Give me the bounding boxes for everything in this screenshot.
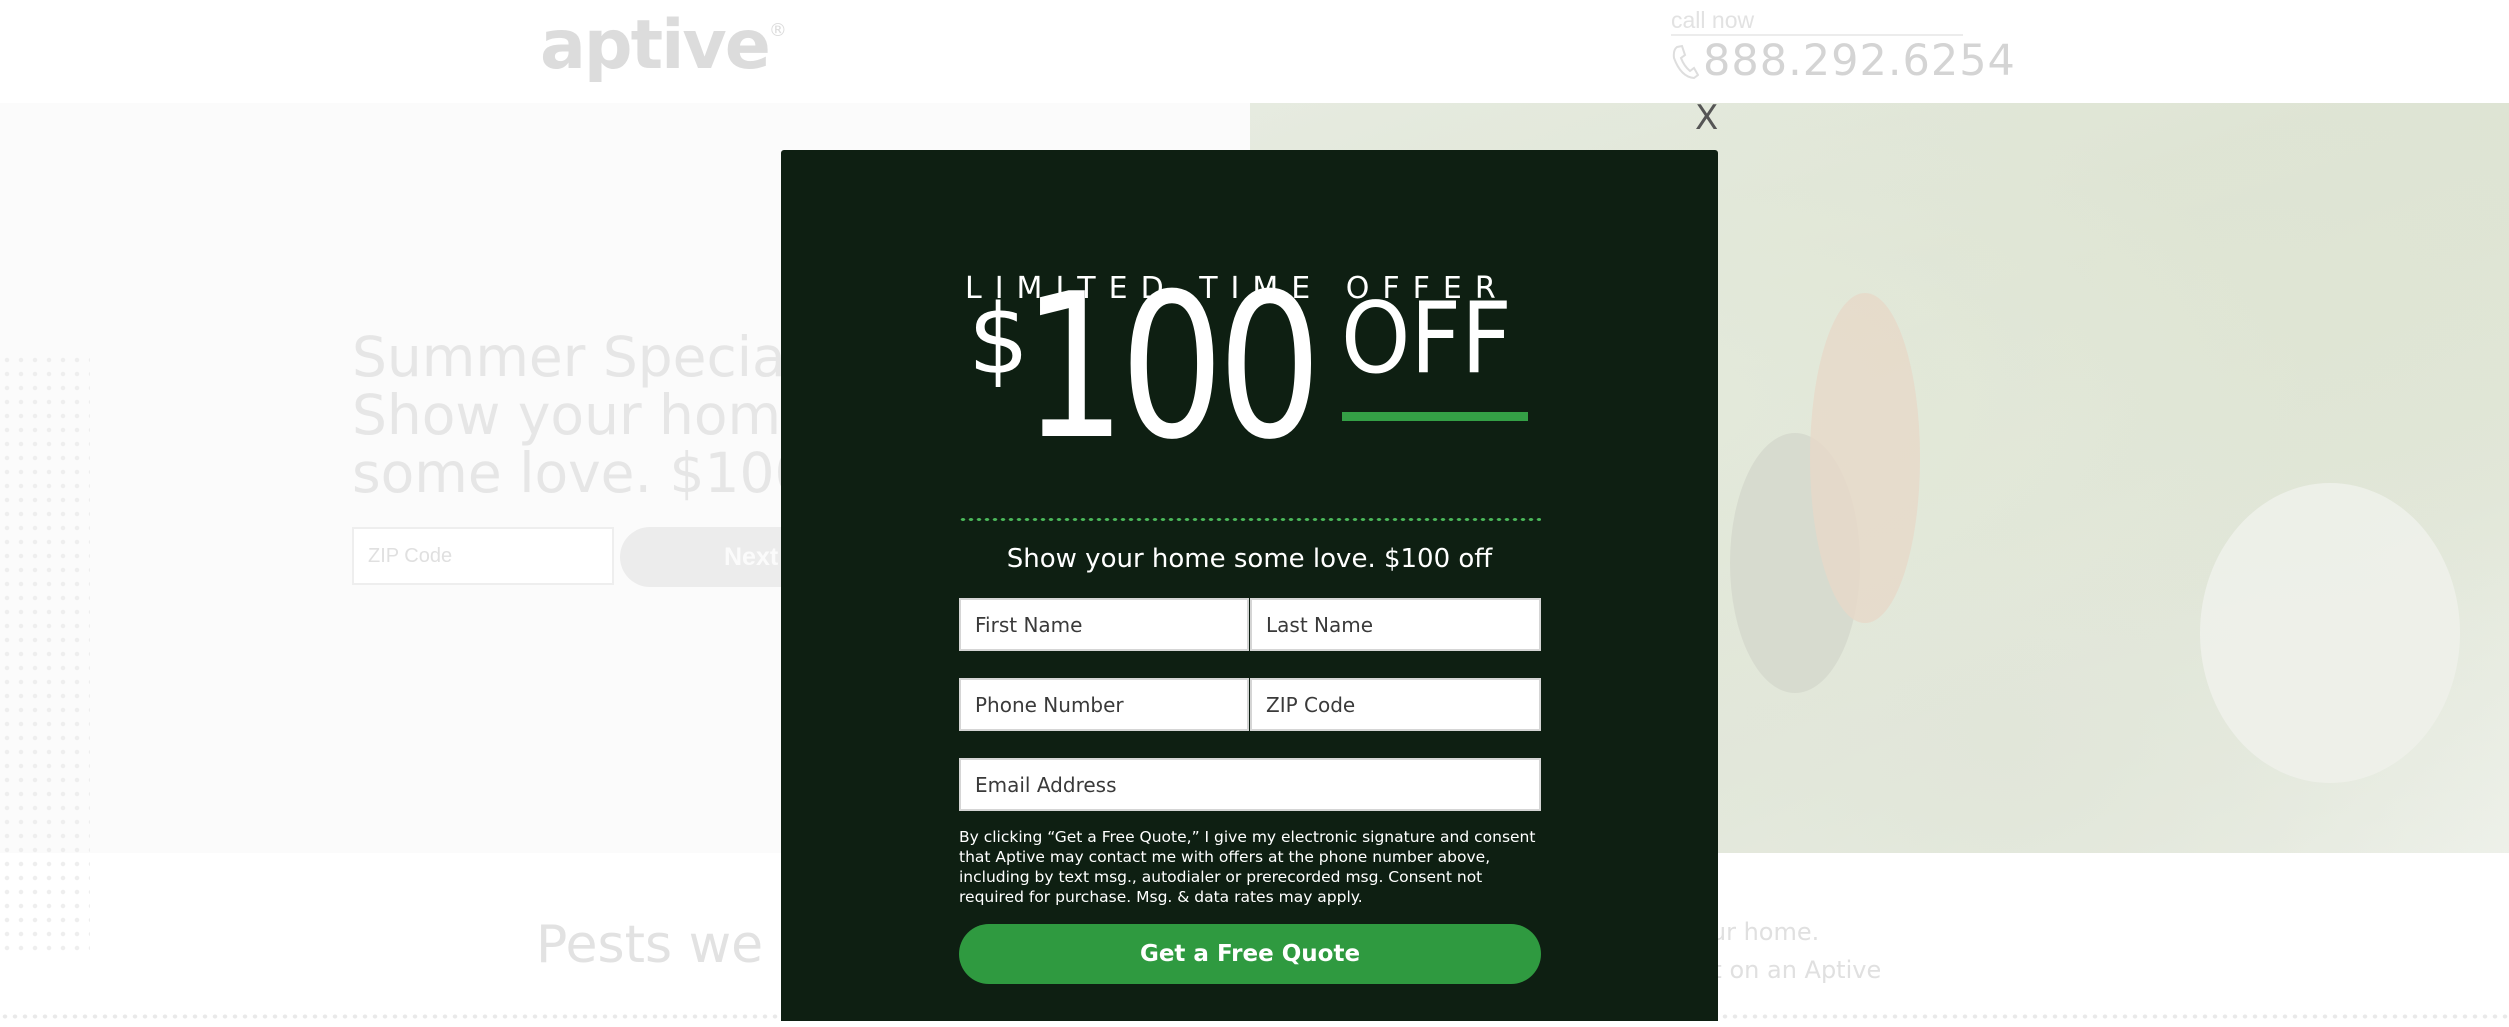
logo-registered-mark: ® (768, 20, 787, 41)
offer-currency: $ (968, 284, 1030, 396)
offer-off: OFF (1341, 282, 1512, 396)
below-right-line: unt on an Aptive (1682, 956, 1882, 984)
homeowner-figure (1810, 293, 1920, 623)
modal-subtitle: Show your home some love. $100 off (1006, 544, 1493, 574)
phone-number: 888.292.6254 (1703, 36, 2016, 86)
email-address-field[interactable] (959, 758, 1541, 811)
offer-amount: 100 (1022, 251, 1322, 484)
offer-underline (1342, 412, 1528, 421)
below-right-text: your home. unt on an Aptive nt. (1682, 913, 2082, 1027)
phone-link[interactable]: 888.292.6254 (1671, 34, 2015, 86)
consent-disclaimer: By clicking “Get a Free Quote,” I give m… (959, 828, 1536, 906)
close-modal-button[interactable]: X (1695, 98, 1721, 138)
dotted-divider (959, 517, 1541, 522)
last-name-field[interactable] (1250, 598, 1541, 651)
foliage-shape (2200, 483, 2460, 783)
hero-zip-input[interactable]: ZIP Code (352, 527, 614, 585)
phone-number-field[interactable] (959, 678, 1249, 731)
phone-icon (1672, 44, 1699, 80)
below-right-line: your home. (1682, 918, 1820, 946)
offer-modal: LIMITED TIME OFFER $ 100 OFF Show your h… (781, 150, 1718, 1021)
first-name-field[interactable] (959, 598, 1249, 651)
call-now-label: call now (1671, 7, 1755, 33)
site-header: aptive® call now 888.292.6254 (0, 0, 2509, 103)
below-right-line: nt. (1682, 989, 2082, 1027)
zip-code-field[interactable] (1250, 678, 1541, 731)
aptive-logo[interactable]: aptive® (540, 6, 787, 85)
logo-text: aptive (540, 6, 771, 85)
get-free-quote-button[interactable]: Get a Free Quote (959, 924, 1541, 984)
dot-pattern (0, 353, 90, 953)
